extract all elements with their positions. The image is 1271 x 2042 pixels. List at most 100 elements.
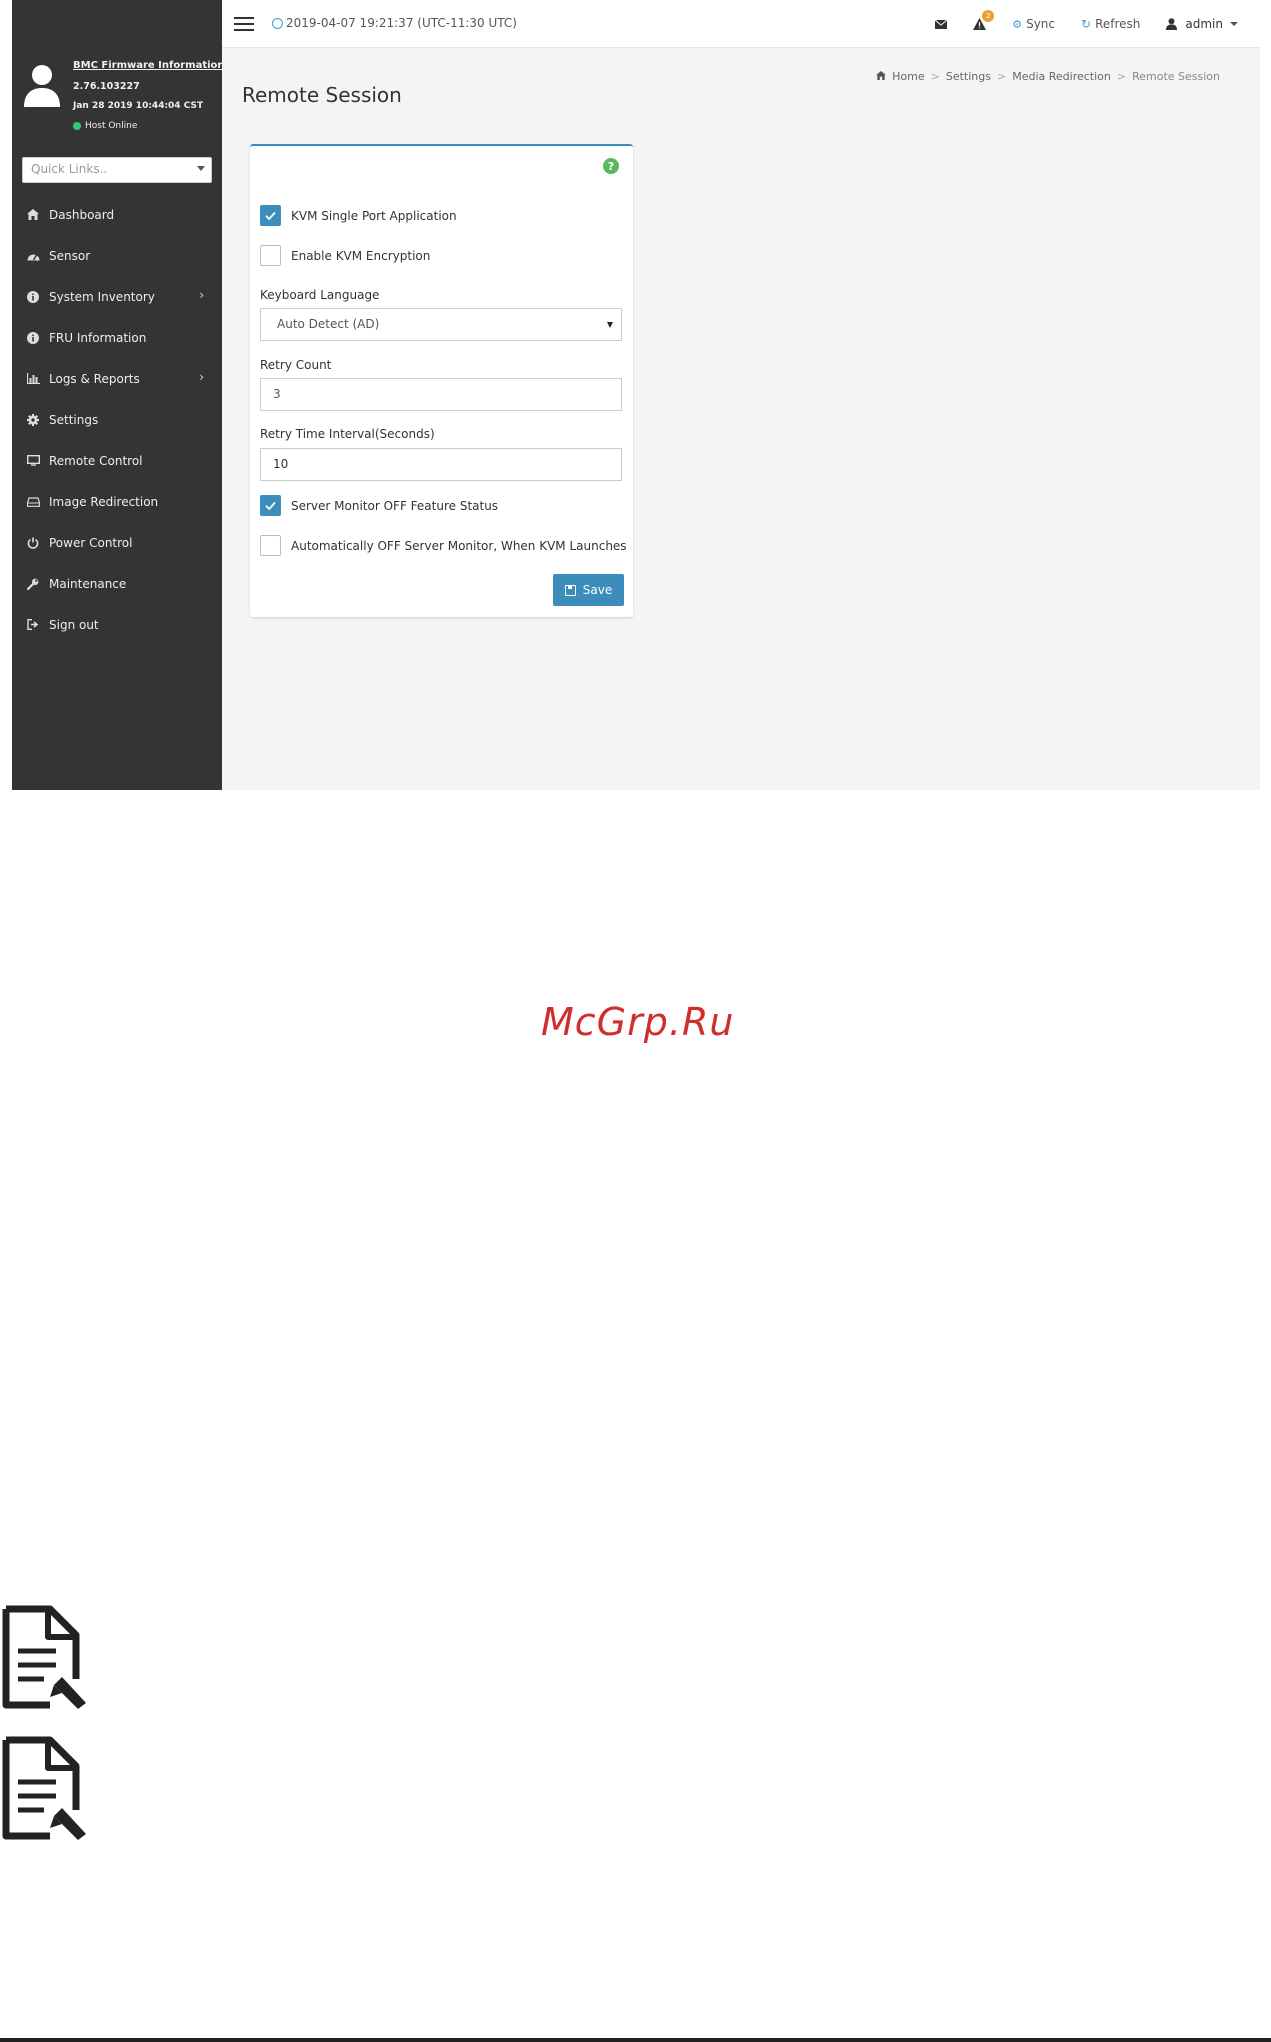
alerts-count-badge: 2 [982,10,995,22]
sidebar-item-sign-out[interactable]: Sign out [12,604,222,645]
bar-chart-icon [26,372,40,386]
save-label: Save [582,583,613,597]
refresh-icon: ↻ [1081,17,1092,31]
auto-off-monitor-checkbox[interactable] [260,535,281,556]
server-monitor-off-checkbox[interactable] [260,495,281,516]
sidebar-item-image-redirection[interactable]: Image Redirection [12,481,222,522]
info-icon [26,290,40,304]
host-status: Host Online [73,121,137,131]
breadcrumb-settings[interactable]: Settings [946,70,991,83]
sidebar-item-label: Logs & Reports [49,371,140,386]
firmware-info-panel: BMC Firmware Information 2.76.103227 Jan… [12,55,225,140]
sidebar-item-label: Remote Control [49,453,143,468]
firmware-info-link[interactable]: BMC Firmware Information [73,60,225,71]
sidebar-item-label: Settings [49,412,99,427]
sidebar-item-settings[interactable]: Settings [12,399,222,440]
sign-out-icon [26,618,40,632]
sidebar-item-remote-control[interactable]: Remote Control [12,440,222,481]
keyboard-language-value: Auto Detect (AD) [277,317,380,331]
sidebar-item-label: Sign out [49,617,99,632]
retry-interval-value: 10 [273,457,289,471]
save-button[interactable]: Save [553,574,624,606]
wrench-icon [26,577,40,591]
quick-links-select[interactable]: Quick Links.. [22,157,212,183]
remote-session-form: ? KVM Single Port Application Enable KVM… [250,144,633,617]
envelope-icon [935,19,948,29]
retry-count-input[interactable]: 3 [260,378,622,411]
sidebar-item-power-control[interactable]: Power Control [12,522,222,563]
retry-interval-label: Retry Time Interval(Seconds) [260,427,435,441]
sidebar-item-label: Sensor [49,248,91,263]
sensor-icon [26,249,40,263]
sidebar-item-fru-information[interactable]: FRU Information [12,317,222,358]
sidebar-item-dashboard[interactable]: Dashboard [12,194,222,235]
keyboard-language-select[interactable]: Auto Detect (AD) [260,308,622,341]
retry-interval-input[interactable]: 10 [260,448,622,481]
page-bottom-rule [0,2038,1271,2042]
breadcrumb: Home > Settings > Media Redirection > Re… [876,70,1220,83]
chevron-right-icon: › [199,288,204,302]
auto-off-monitor-label: Automatically OFF Server Monitor, When K… [291,538,627,553]
gear-icon [26,413,40,427]
firmware-version: 2.76.103227 [73,81,140,92]
kvm-single-port-checkbox[interactable] [260,205,281,226]
sidebar-item-logs-reports[interactable]: Logs & Reports › [12,358,222,399]
user-menu[interactable]: admin [1166,17,1238,31]
bmc-datetime: 2019-04-07 19:21:37 (UTC-11:30 UTC) [272,16,517,30]
breadcrumb-separator: > [996,70,1007,83]
info-icon [26,331,40,345]
sidebar-nav: Dashboard Sensor System Inventory › FRU [12,194,222,645]
status-dot-icon [73,122,81,130]
sidebar-item-label: Image Redirection [49,494,159,509]
user-avatar-icon [24,65,60,107]
menu-toggle-icon[interactable] [234,17,254,31]
sidebar-item-label: Power Control [49,535,133,550]
sync-icon: ⚙ [1012,17,1023,31]
kvm-encryption-checkbox[interactable] [260,245,281,266]
dashboard-icon [26,208,40,222]
sidebar-item-sensor[interactable]: Sensor [12,235,222,276]
sidebar: BMC Firmware Information 2.76.103227 Jan… [12,0,225,790]
refresh-button[interactable]: ↻ Refresh [1081,17,1140,31]
kvm-encryption-label: Enable KVM Encryption [291,248,431,263]
breadcrumb-separator: > [930,70,940,83]
kvm-single-port-label: KVM Single Port Application [291,208,457,223]
keyboard-language-label: Keyboard Language [260,288,380,302]
page-title: Remote Session [242,83,402,107]
note-document-icon [2,1605,86,1709]
sync-label: Sync [1026,17,1055,31]
retry-count-value: 3 [273,387,281,401]
user-icon [1166,18,1178,30]
datetime-text: 2019-04-07 19:21:37 (UTC-11:30 UTC) [286,16,517,30]
server-monitor-off-row: Server Monitor OFF Feature Status [260,495,498,516]
bmc-web-ui-screenshot: BMC Firmware Information 2.76.103227 Jan… [12,0,1260,790]
home-icon [876,70,887,83]
sidebar-item-maintenance[interactable]: Maintenance [12,563,222,604]
breadcrumb-media-redirection[interactable]: Media Redirection [1012,70,1111,83]
sidebar-item-label: System Inventory [49,289,155,304]
chevron-down-icon [1230,22,1238,26]
alerts-button[interactable]: 2 [973,10,995,30]
top-bar: 2019-04-07 19:21:37 (UTC-11:30 UTC) 2 ⚙ … [222,0,1260,48]
sidebar-item-label: Dashboard [49,207,115,222]
chevron-down-icon [607,322,613,328]
breadcrumb-remote-session: Remote Session [1132,70,1220,83]
power-icon [26,536,40,550]
monitor-icon [26,454,40,468]
user-name: admin [1185,17,1223,31]
firmware-build-date: Jan 28 2019 10:44:04 CST [73,101,204,111]
breadcrumb-home[interactable]: Home [892,70,924,83]
messages-button[interactable] [935,19,948,29]
kvm-single-port-row: KVM Single Port Application [260,205,457,226]
breadcrumb-separator: > [1116,70,1127,83]
sidebar-item-system-inventory[interactable]: System Inventory › [12,276,222,317]
watermark: McGrp.Ru [541,1000,735,1044]
chevron-right-icon: › [199,370,204,384]
sync-button[interactable]: ⚙ Sync [1012,17,1055,31]
sidebar-item-label: FRU Information [49,330,147,345]
help-icon[interactable]: ? [603,158,619,174]
disk-drive-icon [26,495,40,509]
checkmark-icon [265,501,276,511]
kvm-encryption-row: Enable KVM Encryption [260,245,430,266]
sidebar-item-label: Maintenance [49,576,127,591]
